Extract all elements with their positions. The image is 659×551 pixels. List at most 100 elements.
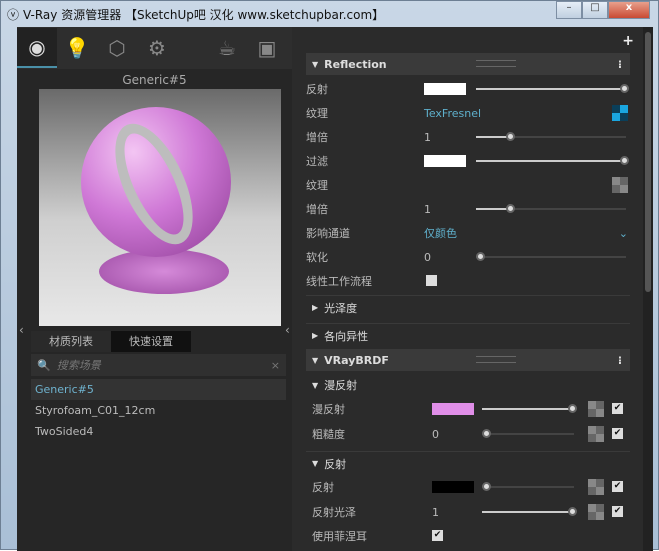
- reflect-section[interactable]: ▼ 反射: [306, 451, 630, 475]
- texture-icon[interactable]: [588, 426, 604, 442]
- texture-row: 纹理: [306, 173, 630, 197]
- value[interactable]: 1: [432, 506, 439, 519]
- reflection-header[interactable]: ▼ Reflection ⁝: [306, 53, 630, 75]
- texture-icon[interactable]: [588, 479, 604, 495]
- properties-panel: + ▼ Reflection ⁝ 反射 纹理 TexFresnel 增倍 1 过滤 纹理…: [298, 27, 642, 551]
- color-swatch[interactable]: [424, 155, 466, 167]
- tab-quick-settings[interactable]: 快速设置: [111, 331, 191, 352]
- anisotropy-section[interactable]: ▶ 各向异性: [306, 323, 630, 347]
- checkbox[interactable]: ✔: [612, 506, 623, 517]
- clear-search-icon[interactable]: ×: [271, 359, 280, 372]
- collapse-left-icon[interactable]: ‹: [19, 323, 24, 337]
- checkbox[interactable]: ✔: [612, 403, 623, 414]
- label: 反射光泽: [312, 506, 356, 519]
- checkbox[interactable]: ✔: [612, 481, 623, 492]
- label: 反射: [306, 83, 328, 96]
- slider[interactable]: [482, 507, 577, 516]
- label: 影响通道: [306, 227, 350, 240]
- search-icon: 🔍: [37, 358, 51, 372]
- list-item[interactable]: Styrofoam_C01_12cm: [31, 400, 286, 421]
- reflect-color-row: 反射 ✔: [306, 475, 630, 499]
- materials-tab-icon[interactable]: ◉: [17, 28, 57, 68]
- tab-material-list[interactable]: 材质列表: [31, 331, 111, 352]
- settings-tab-icon[interactable]: ⚙: [137, 28, 177, 68]
- slider[interactable]: [476, 84, 629, 93]
- multiplier-row: 增倍 1: [306, 197, 630, 221]
- list-item[interactable]: Generic#5: [31, 379, 286, 400]
- label: 粗糙度: [312, 428, 345, 441]
- diffuse-section[interactable]: ▼ 漫反射: [306, 373, 630, 397]
- material-list: Generic#5 Styrofoam_C01_12cm TwoSided4: [31, 379, 286, 442]
- checkbox[interactable]: [426, 275, 437, 286]
- label: 软化: [306, 251, 328, 264]
- category-toolbar: ◉ 💡 ⬡ ⚙ ☕ ▣: [17, 27, 292, 69]
- label: 过滤: [306, 155, 328, 168]
- search-input[interactable]: 🔍 搜索场景 ×: [31, 354, 286, 376]
- drag-handle[interactable]: [476, 60, 516, 67]
- section-title: Reflection: [324, 57, 387, 71]
- more-icon[interactable]: ⁝: [618, 354, 622, 367]
- label: 线性工作流程: [306, 275, 372, 288]
- collapse-right-icon[interactable]: ‹: [285, 323, 290, 337]
- scrollbar[interactable]: [643, 27, 653, 551]
- checkbox[interactable]: ✔: [612, 428, 623, 439]
- geometry-tab-icon[interactable]: ⬡: [97, 28, 137, 68]
- slider[interactable]: [482, 429, 574, 438]
- texture-icon[interactable]: [612, 105, 628, 121]
- list-item[interactable]: TwoSided4: [31, 421, 286, 442]
- slider[interactable]: [482, 482, 574, 491]
- checkbox[interactable]: ✔: [432, 530, 443, 541]
- label: 使用菲涅耳: [312, 530, 367, 543]
- render-window-icon[interactable]: ▣: [247, 28, 287, 68]
- section-title: VRayBRDF: [324, 353, 389, 367]
- texture-icon[interactable]: [612, 177, 628, 193]
- value[interactable]: 1: [424, 131, 431, 144]
- texture-row: 纹理 TexFresnel: [306, 101, 630, 125]
- slider[interactable]: [482, 404, 577, 413]
- close-button[interactable]: x: [608, 1, 650, 19]
- section-title: 漫反射: [324, 379, 358, 392]
- slider[interactable]: [476, 132, 626, 141]
- editor-client: ◉ 💡 ⬡ ⚙ ☕ ▣ Generic#5 ‹ ‹ 材质列表 快速设置 🔍 搜索…: [17, 27, 653, 551]
- vray-logo-icon: ⓥ: [7, 8, 20, 22]
- channel-dropdown[interactable]: 仅颜色: [424, 225, 457, 241]
- add-layer-button[interactable]: +: [622, 33, 634, 49]
- multiplier-row: 增倍 1: [306, 125, 630, 149]
- teapot-preview-icon[interactable]: ☕: [207, 28, 247, 68]
- value[interactable]: 0: [424, 251, 431, 264]
- value[interactable]: 0: [432, 428, 439, 441]
- label: 增倍: [306, 203, 328, 216]
- material-name: Generic#5: [122, 73, 187, 87]
- texture-icon[interactable]: [588, 504, 604, 520]
- texture-icon[interactable]: [588, 401, 604, 417]
- soften-row: 软化 0: [306, 245, 630, 269]
- label: 增倍: [306, 131, 328, 144]
- section-title: 反射: [324, 457, 347, 471]
- reflection-color-row: 反射: [306, 77, 630, 101]
- slider[interactable]: [476, 156, 629, 165]
- slider[interactable]: [476, 204, 626, 213]
- chevron-down-icon[interactable]: ⌄: [619, 227, 628, 240]
- color-swatch[interactable]: [432, 403, 474, 415]
- label: 漫反射: [312, 403, 345, 416]
- lights-tab-icon[interactable]: 💡: [57, 28, 97, 68]
- color-swatch[interactable]: [424, 83, 466, 95]
- color-swatch[interactable]: [432, 481, 474, 493]
- value[interactable]: 1: [424, 203, 431, 216]
- filter-row: 过滤: [306, 149, 630, 173]
- expand-arrow-icon: ▼: [312, 355, 319, 365]
- label: 纹理: [306, 179, 328, 192]
- glossiness-section[interactable]: ▶ 光泽度: [306, 295, 630, 319]
- vraybrdf-header[interactable]: ▼ VRayBRDF ⁝: [306, 349, 630, 371]
- left-panel: ◉ 💡 ⬡ ⚙ ☕ ▣ Generic#5 ‹ ‹ 材质列表 快速设置 🔍 搜索…: [17, 27, 292, 551]
- more-icon[interactable]: ⁝: [618, 58, 622, 71]
- section-title: 光泽度: [324, 301, 358, 315]
- label: 纹理: [306, 107, 328, 120]
- window-title-text: V-Ray 资源管理器 【SketchUp吧 汉化 www.sketchupba…: [23, 8, 385, 22]
- texture-link[interactable]: TexFresnel: [424, 107, 481, 120]
- maximize-button[interactable]: □: [582, 1, 608, 19]
- diffuse-row: 漫反射 ✔: [306, 397, 630, 421]
- slider[interactable]: [476, 252, 626, 261]
- minimize-button[interactable]: –: [556, 1, 582, 19]
- drag-handle[interactable]: [476, 356, 516, 363]
